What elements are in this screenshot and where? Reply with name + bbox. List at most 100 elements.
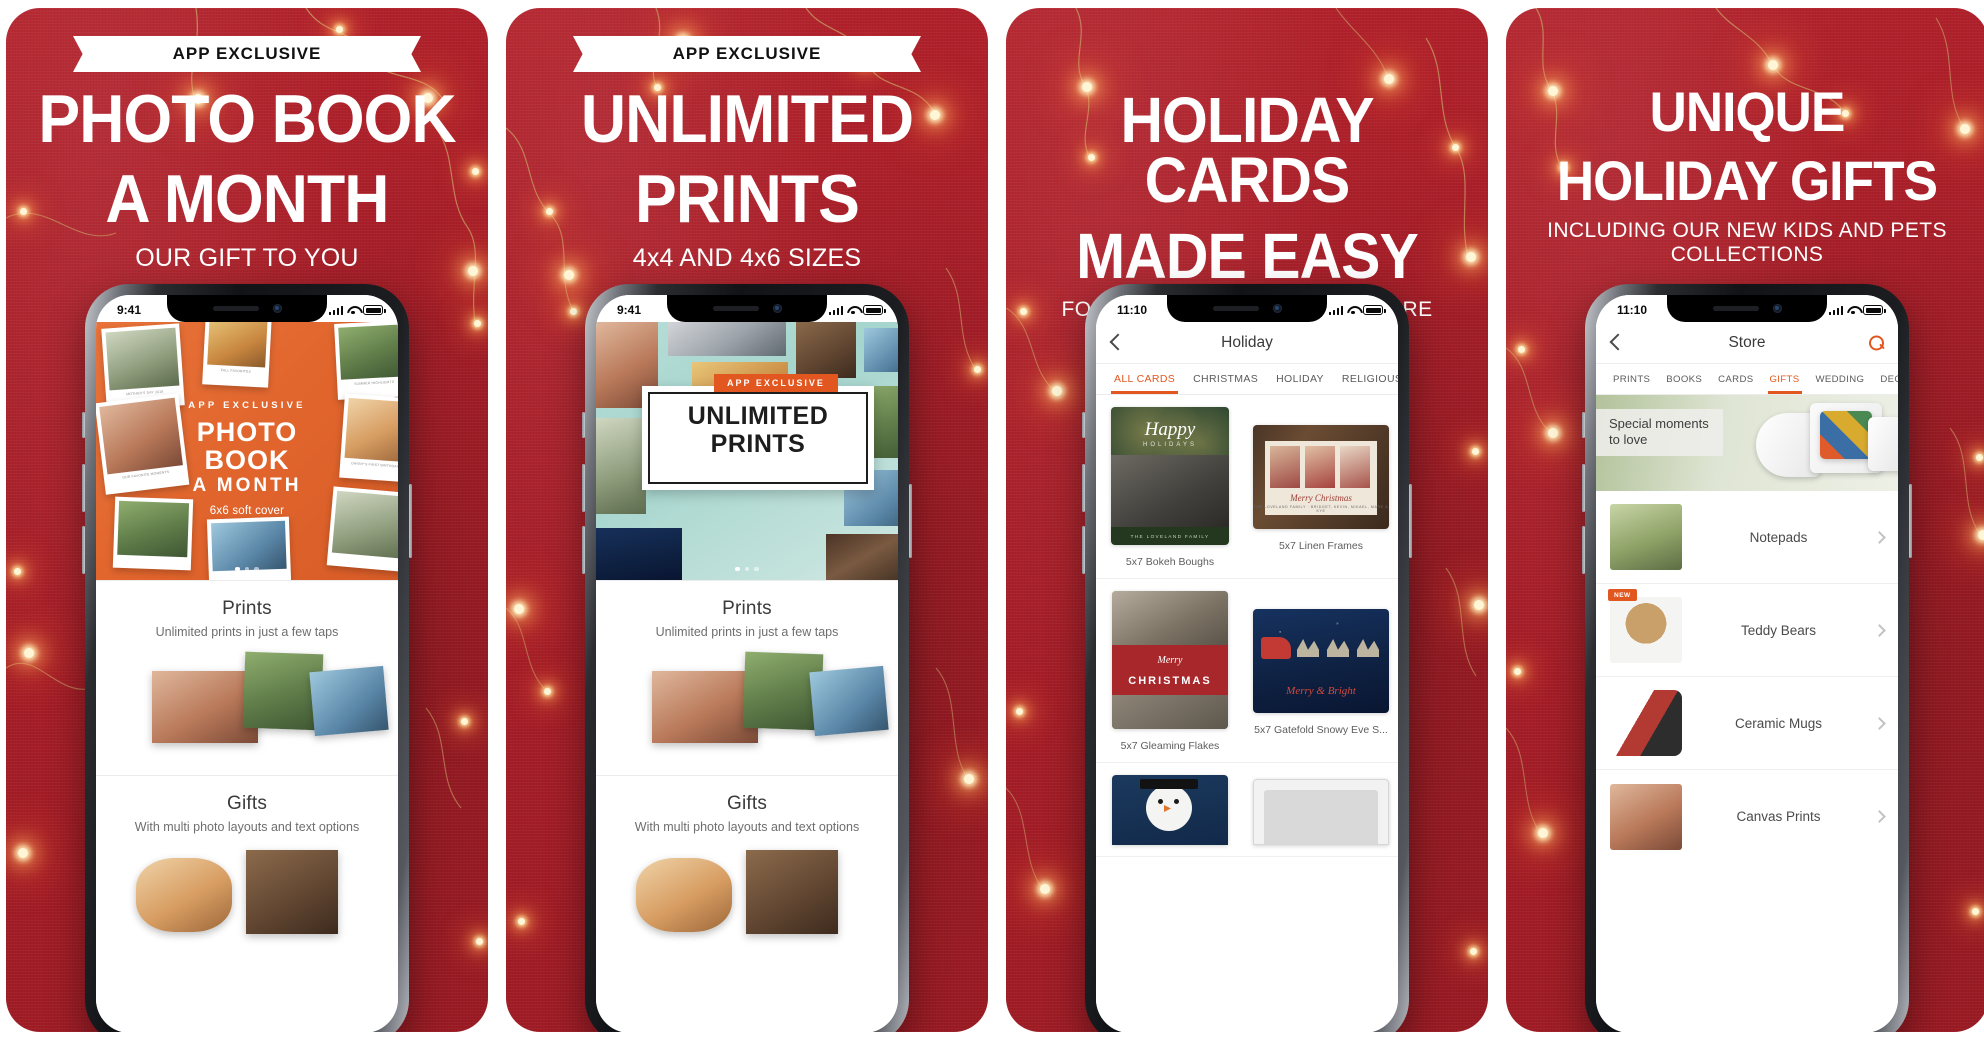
polaroid-caption: SUMMER HIGHLIGHTS	[354, 379, 395, 386]
tab-religious[interactable]: RELIGIOUS	[1333, 364, 1398, 394]
phone-notch	[667, 295, 827, 322]
product-thumbnail	[1610, 504, 1682, 570]
signal-bars-icon	[328, 305, 343, 315]
card-grid-item[interactable]: Happy HOLIDAYS THE LOVELAND FAMILY 5x7 B…	[1096, 395, 1244, 579]
panel-headline-block: APP EXCLUSIVE PHOTO BOOK A MONTH OUR GIF…	[6, 8, 488, 272]
card-grid-item[interactable]: Merry CHRISTMAS 5x7 Gleaming Flakes	[1096, 579, 1244, 763]
phone-mockup-3: 11:10 Holiday ALL CARDS CHRISTMAS HOLIDA…	[1082, 284, 1412, 1032]
screenshot-panel-unlimited-prints: APP EXCLUSIVE UNLIMITED PRINTS 4x4 AND 4…	[506, 8, 988, 1032]
section-prints[interactable]: Prints Unlimited prints in just a few ta…	[96, 580, 398, 775]
phone-mockup-2: 9:41 APP EXCLUSIVE UNLIMITED PRINTS Prin…	[582, 284, 912, 1032]
tab-christmas[interactable]: CHRISTMAS	[1184, 364, 1267, 394]
store-list-item[interactable]: NEW Teddy Bears	[1596, 584, 1898, 677]
tab-prints[interactable]: PRINTS	[1605, 364, 1658, 394]
wifi-icon	[847, 306, 859, 315]
panel-subhead: OUR GIFT TO YOU	[135, 243, 359, 272]
app-home-screen: MOTHER'S DAY 2018 FALL FAVORITES SUMMER …	[96, 295, 398, 1032]
hero-title-line-3: A MONTH	[192, 475, 302, 497]
tab-decor[interactable]: DECOR	[1872, 364, 1898, 394]
promo-line-2: to love	[1609, 431, 1648, 447]
search-icon[interactable]	[1869, 335, 1884, 350]
store-list-item[interactable]: Notepads	[1596, 491, 1898, 584]
store-tab-bar[interactable]: PRINTS BOOKS CARDS GIFTS WEDDING DECOR	[1596, 364, 1898, 395]
card-thumbnail: Merry Christmas THE LOVELAND FAMILY · BR…	[1253, 425, 1389, 529]
tab-all-cards[interactable]: ALL CARDS	[1105, 364, 1184, 394]
headline-line-1: UNLIMITED	[580, 81, 914, 157]
headline-line-1: PHOTO BOOK	[38, 81, 456, 157]
signal-bars-icon	[1828, 305, 1843, 315]
hero-kicker: APP EXCLUSIVE	[188, 400, 306, 411]
earpiece-speaker-icon	[212, 306, 259, 311]
card-name: 5x7 Gleaming Flakes	[1120, 740, 1220, 752]
page-title: Store	[1728, 333, 1766, 351]
phone-notch	[1167, 295, 1327, 322]
chevron-right-icon	[1873, 530, 1886, 544]
tab-cards[interactable]: CARDS	[1710, 364, 1761, 394]
tab-wedding[interactable]: WEDDING	[1808, 364, 1873, 394]
screenshot-panel-unique-gifts: UNIQUE HOLIDAY GIFTS INCLUDING OUR NEW K…	[1506, 8, 1984, 1032]
signal-bars-icon	[828, 305, 843, 315]
card-name: 5x7 Bokeh Boughs	[1125, 556, 1215, 568]
section-subtitle: With multi photo layouts and text option…	[634, 820, 860, 834]
section-gifts[interactable]: Gifts With multi photo layouts and text …	[596, 775, 898, 968]
panel-headline-block: HOLIDAY CARDS MADE EASY FOIL, GLITTER, G…	[1006, 8, 1488, 322]
hero-title-line-2: PRINTS	[710, 430, 806, 458]
section-title: Prints	[722, 598, 772, 619]
card-thumbnail: Merry & Bright	[1253, 609, 1389, 713]
card-thumbnail	[1253, 779, 1389, 845]
screenshot-panel-photo-book: APP EXCLUSIVE PHOTO BOOK A MONTH OUR GIF…	[6, 8, 488, 1032]
card-name: 5x7 Linen Frames	[1278, 540, 1364, 552]
battery-icon	[863, 305, 886, 315]
earpiece-speaker-icon	[1212, 306, 1259, 311]
front-camera-icon	[1772, 304, 1782, 313]
battery-icon	[1863, 305, 1886, 315]
card-grid-item[interactable]: Merry & Bright 5x7 Gatefold Snowy Eve S.…	[1244, 579, 1398, 763]
hero-banner-photo-book[interactable]: MOTHER'S DAY 2018 FALL FAVORITES SUMMER …	[96, 322, 398, 580]
wifi-icon	[347, 306, 359, 315]
headline-line-2: MADE EASY	[1076, 220, 1419, 293]
card-thumbnail: Merry CHRISTMAS	[1112, 591, 1228, 729]
front-camera-icon	[772, 304, 782, 313]
chevron-right-icon	[1873, 716, 1886, 730]
hero-title-line-1: UNLIMITED	[687, 402, 829, 430]
hero-title-line-1: PHOTO	[196, 417, 298, 447]
section-gifts[interactable]: Gifts With multi photo layouts and text …	[96, 775, 398, 968]
chevron-right-icon	[1873, 623, 1886, 637]
store-list-item[interactable]: Canvas Prints	[1596, 770, 1898, 863]
tab-gifts[interactable]: GIFTS	[1762, 364, 1808, 394]
headline-line-2: PRINTS	[635, 160, 860, 237]
back-chevron-icon[interactable]	[1609, 334, 1620, 352]
card-thumbnail: Happy HOLIDAYS THE LOVELAND FAMILY	[1111, 407, 1229, 545]
card-grid-item[interactable]: Merry Christmas THE LOVELAND FAMILY · BR…	[1244, 395, 1398, 579]
section-title: Prints	[222, 598, 272, 619]
promo-banner[interactable]: Special moments to love	[1596, 395, 1898, 491]
earpiece-speaker-icon	[1712, 306, 1759, 311]
headline-line-1: HOLIDAY CARDS	[1120, 84, 1374, 217]
app-exclusive-ribbon: APP EXCLUSIVE	[97, 36, 397, 72]
new-badge: NEW	[1608, 589, 1637, 601]
section-subtitle: With multi photo layouts and text option…	[134, 820, 360, 834]
section-subtitle: Unlimited prints in just a few taps	[155, 625, 339, 639]
category-tab-bar[interactable]: ALL CARDS CHRISTMAS HOLIDAY RELIGIOUS HA…	[1096, 364, 1398, 395]
promo-label: Special moments to love	[1596, 409, 1723, 456]
card-grid-item[interactable]	[1096, 763, 1244, 857]
back-chevron-icon[interactable]	[1109, 334, 1120, 352]
hero-banner-unlimited-prints[interactable]: APP EXCLUSIVE UNLIMITED PRINTS	[596, 322, 898, 580]
phone-notch	[167, 295, 327, 322]
carousel-dots[interactable]	[96, 566, 398, 571]
carousel-dots[interactable]	[596, 566, 898, 571]
hero-title-line-2: BOOK	[204, 445, 290, 476]
card-grid-item[interactable]	[1244, 763, 1398, 857]
tab-holiday[interactable]: HOLIDAY	[1267, 364, 1333, 394]
status-time: 9:41	[117, 303, 142, 317]
nav-bar: Store	[1596, 322, 1898, 364]
section-prints[interactable]: Prints Unlimited prints in just a few ta…	[596, 580, 898, 775]
tab-books[interactable]: BOOKS	[1658, 364, 1710, 394]
phone-mockup-1: 9:41 MOTHER'S DAY 2018 FALL FAVORITES SU…	[82, 284, 412, 1032]
store-list-item[interactable]: Ceramic Mugs	[1596, 677, 1898, 770]
hero-kicker: APP EXCLUSIVE	[727, 378, 825, 388]
headline-line-1: UNIQUE	[1649, 80, 1846, 143]
app-store-screenshot-set: APP EXCLUSIVE PHOTO BOOK A MONTH OUR GIF…	[0, 0, 1984, 1040]
battery-icon	[1363, 305, 1386, 315]
card-thumbnail	[1112, 775, 1228, 845]
